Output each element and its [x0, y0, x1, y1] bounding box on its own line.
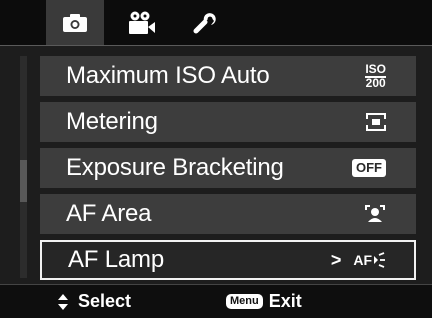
select-label: Select [78, 291, 132, 311]
select-hint: Select [56, 285, 131, 318]
menu-item-label: AF Area [66, 200, 152, 227]
menu-item-label: Maximum ISO Auto [66, 62, 270, 89]
menu-list: Maximum ISO Auto ISO 200 Metering Exposu… [0, 46, 432, 284]
metering-value [366, 102, 386, 142]
menu-item-label: Exposure Bracketing [66, 154, 284, 181]
scrollbar[interactable] [20, 56, 27, 278]
face-detection-icon [365, 205, 385, 222]
menu-item-af-area[interactable]: AF Area [40, 194, 416, 234]
center-weighted-metering-icon [366, 113, 386, 131]
menu-item-label: AF Lamp [68, 246, 164, 273]
menu-item-exposure-bracketing[interactable]: Exposure Bracketing OFF [40, 148, 416, 188]
video-camera-icon [129, 11, 155, 34]
menu-button-icon: Menu [226, 294, 263, 309]
bottom-bar: Select Menu Exit [0, 284, 432, 318]
camera-icon [63, 13, 87, 32]
af-lamp-icon [374, 252, 385, 268]
exit-label: Exit [268, 291, 302, 311]
tab-bar [0, 0, 432, 46]
af-area-value [364, 194, 386, 234]
af-lamp-label: AF [353, 252, 372, 268]
submenu-arrow: > [330, 249, 342, 270]
tab-video[interactable] [112, 0, 170, 45]
wrench-icon [193, 12, 216, 33]
tab-camera[interactable] [46, 0, 104, 45]
camera-menu-screen: Maximum ISO Auto ISO 200 Metering Exposu… [0, 0, 432, 318]
iso-value: 200 [365, 75, 386, 90]
up-down-arrows-icon [58, 293, 68, 310]
menu-item-af-lamp[interactable]: AF Lamp > AF [40, 240, 416, 280]
menu-item-label: Metering [66, 108, 158, 135]
exit-hint: Menu Exit [226, 285, 302, 318]
scroll-thumb[interactable] [20, 160, 27, 202]
af-lamp-value: > AF [331, 242, 386, 278]
tab-setup[interactable] [176, 0, 234, 45]
bracketing-value: OFF [352, 148, 386, 188]
menu-item-metering[interactable]: Metering [40, 102, 416, 142]
off-badge: OFF [352, 159, 386, 177]
menu-item-maximum-iso-auto[interactable]: Maximum ISO Auto ISO 200 [40, 56, 416, 96]
iso-value-badge: ISO 200 [365, 56, 386, 96]
